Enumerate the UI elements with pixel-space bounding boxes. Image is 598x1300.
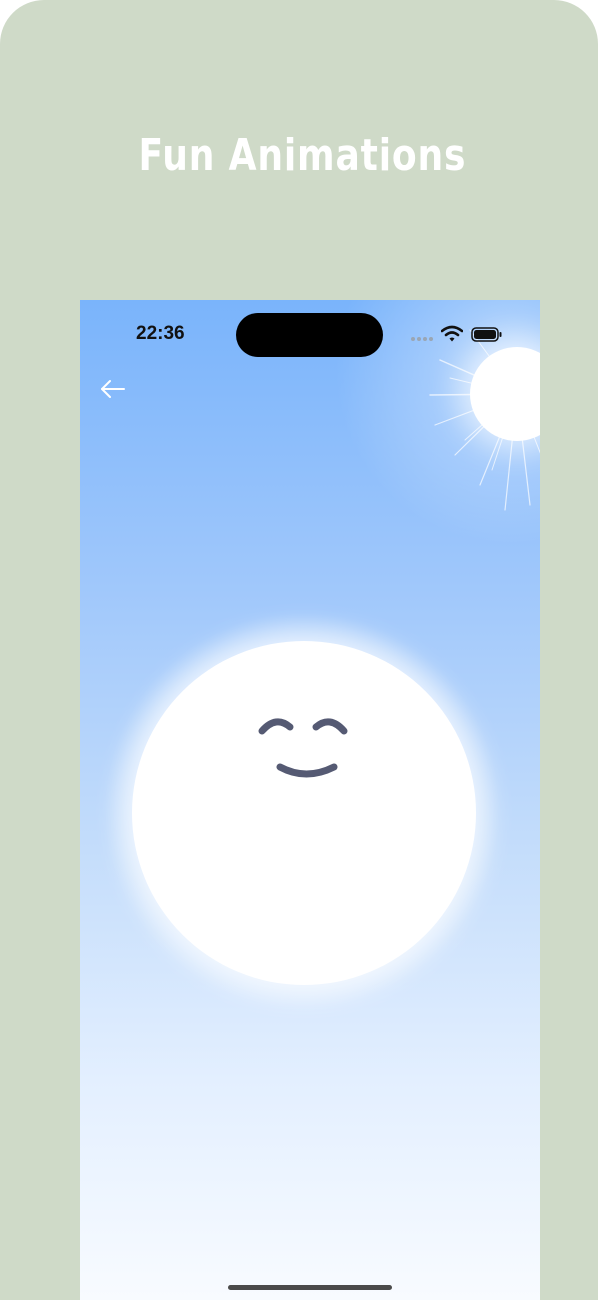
- smiling-cloud-face-icon[interactable]: [132, 641, 476, 985]
- promo-headline: Fun Animations: [138, 130, 467, 181]
- arrow-left-icon: [101, 380, 125, 398]
- phone-screen: 22:36: [80, 300, 540, 1300]
- mouth: [276, 763, 338, 778]
- left-eye: [258, 718, 294, 735]
- promo-frame: Fun Animations 22:36: [0, 0, 598, 1300]
- face: [258, 718, 348, 778]
- back-button[interactable]: [98, 376, 128, 402]
- battery-icon: [471, 327, 502, 342]
- wifi-icon: [441, 325, 463, 342]
- right-eye: [312, 718, 348, 735]
- dynamic-island: [236, 313, 383, 357]
- home-indicator[interactable]: [228, 1285, 392, 1290]
- status-bar: 22:36: [80, 300, 540, 370]
- status-time: 22:36: [136, 323, 185, 344]
- cellular-signal-icon: [411, 337, 433, 341]
